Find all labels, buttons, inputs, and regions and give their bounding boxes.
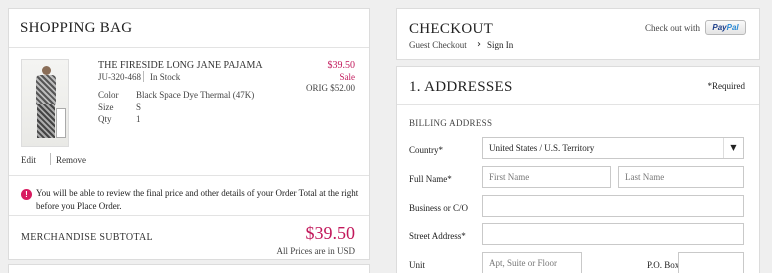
chevron-right-icon: › <box>477 39 481 50</box>
attribute-size: Size S <box>98 102 141 112</box>
checkout-title: Checkout <box>409 21 494 37</box>
attribute-color: Color Black Space Dye Thermal (47K) <box>98 90 254 100</box>
country-label: Country* <box>409 145 444 155</box>
unit-label: Unit <box>409 260 426 270</box>
product-image[interactable] <box>21 59 69 147</box>
street-address-input[interactable] <box>482 223 744 245</box>
subtotal-value: $39.50 <box>305 223 356 243</box>
addresses-panel: 1. Addresses *Required BILLING ADDRESS C… <box>396 66 760 273</box>
country-select[interactable]: United States / U.S. Territory ▼ <box>482 137 744 159</box>
addresses-title: 1. Addresses <box>409 79 513 95</box>
divider <box>9 215 369 216</box>
guest-checkout-label: Guest Checkout <box>409 40 467 50</box>
original-price: ORIG $52.00 <box>306 83 355 93</box>
subtotal-label: MERCHANDISE SUBTOTAL <box>21 232 153 243</box>
sale-label: Sale <box>339 72 356 82</box>
attribute-value: S <box>136 102 142 112</box>
first-name-input[interactable]: First Name <box>482 166 611 188</box>
link-separator <box>50 153 51 165</box>
country-value: United States / U.S. Territory <box>489 143 595 153</box>
attribute-key: Color <box>98 90 119 100</box>
paypal-logo-pay: Pay <box>712 23 727 32</box>
paypal-logo-pal: Pal <box>726 23 739 32</box>
attribute-value: Black Space Dye Thermal (47K) <box>136 90 255 100</box>
stock-status: In Stock <box>150 72 181 82</box>
attribute-qty: Qty 1 <box>98 114 141 124</box>
chevron-down-icon: ▼ <box>723 138 743 158</box>
exclamation-circle-icon: ! <box>21 189 32 200</box>
edit-item-link[interactable]: Edit <box>21 155 36 165</box>
divider <box>9 47 369 48</box>
shopping-bag-title: Shopping Bag <box>20 20 133 36</box>
paypal-label: Check out with <box>645 23 700 33</box>
business-input[interactable] <box>482 195 744 217</box>
shopping-bag-panel: Shopping Bag Edit Remove THE FIRESIDE LO… <box>8 8 370 260</box>
sign-in-link[interactable]: Sign In <box>487 40 513 50</box>
product-name[interactable]: THE FIRESIDE LONG JANE PAJAMA <box>98 60 263 71</box>
required-note: *Required <box>707 81 746 91</box>
sku-separator <box>143 71 144 82</box>
last-name-input[interactable]: Last Name <box>618 166 744 188</box>
business-label: Business or C/O <box>409 203 469 213</box>
full-name-label: Full Name* <box>409 174 452 184</box>
attribute-value: 1 <box>136 114 141 124</box>
street-address-label: Street Address* <box>409 231 466 241</box>
currency-note: All Prices are in USD <box>276 246 356 256</box>
unit-input[interactable]: Apt, Suite or Floor <box>482 252 582 273</box>
next-panel <box>8 264 370 273</box>
divider <box>397 104 759 105</box>
po-box-input[interactable] <box>678 252 744 273</box>
paypal-button[interactable]: PayPal <box>705 20 746 35</box>
po-box-label: P.O. Box <box>647 260 680 270</box>
attribute-key: Qty <box>98 114 112 124</box>
billing-address-title: BILLING ADDRESS <box>409 118 493 128</box>
product-price: $39.50 <box>327 60 356 71</box>
product-sku: JU-320-468 <box>98 72 141 82</box>
checkout-panel: Checkout Guest Checkout › Sign In Check … <box>396 8 760 60</box>
attribute-key: Size <box>98 102 114 112</box>
divider <box>9 175 369 176</box>
price-notice: You will be able to review the final pri… <box>36 188 359 211</box>
remove-item-link[interactable]: Remove <box>56 155 86 165</box>
